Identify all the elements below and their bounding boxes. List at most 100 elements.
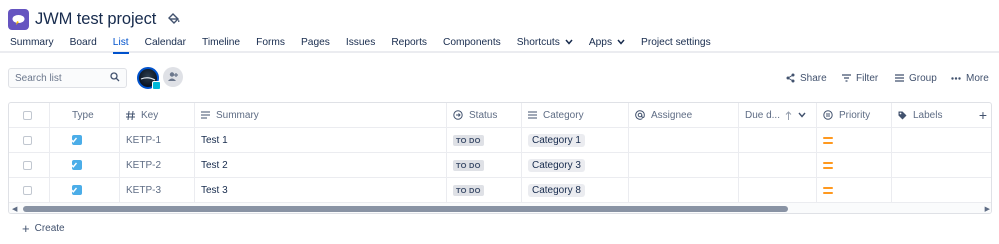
column-header-priority[interactable]: Priority: [817, 103, 892, 127]
chevron-down-icon: [565, 38, 573, 47]
sort-ascending-icon[interactable]: [785, 110, 792, 120]
project-header: JWM test project: [8, 7, 180, 31]
add-person-icon: [168, 72, 178, 81]
status-lozenge[interactable]: TO DO: [453, 184, 484, 196]
tab-project-settings[interactable]: Project settings: [641, 33, 711, 51]
column-header-summary[interactable]: Summary: [195, 103, 447, 127]
tab-board[interactable]: Board: [70, 33, 97, 51]
tab-timeline[interactable]: Timeline: [202, 33, 240, 51]
more-button[interactable]: More: [951, 71, 989, 85]
column-header-assignee[interactable]: Assignee: [629, 103, 739, 127]
priority-medium-icon: [823, 136, 833, 144]
type-cell[interactable]: [50, 128, 120, 152]
priority-cell[interactable]: [817, 128, 892, 152]
paint-bucket-icon[interactable]: [166, 12, 180, 26]
task-type-icon: [71, 160, 82, 170]
share-button[interactable]: Share: [786, 71, 827, 85]
table-row[interactable]: KETP-2 Test 2 TO DO Category 3: [9, 153, 991, 178]
tab-issues[interactable]: Issues: [346, 33, 375, 51]
search-box[interactable]: [8, 68, 127, 88]
key-cell[interactable]: KETP-1: [120, 128, 195, 152]
assignee-cell[interactable]: [629, 128, 739, 152]
priority-medium-icon: [823, 186, 833, 194]
key-cell[interactable]: KETP-2: [120, 153, 195, 177]
row-checkbox[interactable]: [23, 135, 32, 145]
project-tabs: Summary Board List Calendar Timeline Forms Pag…: [0, 33, 999, 54]
project-title: JWM test project: [35, 9, 157, 28]
scroll-right-icon[interactable]: ▶: [985, 205, 990, 213]
row-select-cell[interactable]: [9, 178, 50, 202]
search-input[interactable]: [15, 72, 100, 84]
column-header-type[interactable]: Type: [50, 103, 120, 127]
category-tag[interactable]: Category 3: [528, 158, 585, 172]
filter-button[interactable]: Filter: [842, 71, 878, 85]
assignee-cell[interactable]: [629, 153, 739, 177]
summary-cell[interactable]: Test 3: [195, 178, 447, 202]
status-cell[interactable]: TO DO: [447, 153, 522, 177]
tab-summary[interactable]: Summary: [10, 33, 54, 51]
add-people-button[interactable]: [163, 67, 183, 87]
project-avatar[interactable]: [8, 8, 29, 30]
assignee-cell[interactable]: [629, 178, 739, 202]
tab-pages[interactable]: Pages: [301, 33, 330, 51]
row-checkbox[interactable]: [23, 160, 32, 170]
row-checkbox[interactable]: [23, 185, 32, 195]
horizontal-scrollbar[interactable]: ◀ ▶: [9, 203, 991, 213]
table-row[interactable]: KETP-3 Test 3 TO DO Category 8: [9, 178, 991, 203]
scrollbar-thumb[interactable]: [23, 206, 788, 212]
chevron-down-icon[interactable]: [798, 112, 806, 118]
type-cell[interactable]: [50, 178, 120, 202]
table-row[interactable]: KETP-1 Test 1 TO DO Category 1: [9, 128, 991, 153]
scroll-left-icon[interactable]: ◀: [12, 205, 17, 213]
user-avatar[interactable]: [137, 67, 161, 90]
due-date-cell[interactable]: [739, 128, 817, 152]
summary-cell[interactable]: Test 2: [195, 153, 447, 177]
column-header-labels[interactable]: Labels +: [892, 103, 991, 127]
priority-cell[interactable]: [817, 178, 892, 202]
column-header-status[interactable]: Status: [447, 103, 522, 127]
tab-forms[interactable]: Forms: [256, 33, 285, 51]
create-issue-button[interactable]: + Create: [22, 221, 65, 236]
priority-icon: [823, 110, 833, 120]
tab-components[interactable]: Components: [443, 33, 501, 51]
tab-reports[interactable]: Reports: [391, 33, 427, 51]
due-date-cell[interactable]: [739, 153, 817, 177]
hash-icon: [126, 110, 135, 120]
row-select-cell[interactable]: [9, 153, 50, 177]
labels-cell[interactable]: [892, 128, 991, 152]
status-lozenge[interactable]: TO DO: [453, 159, 484, 171]
category-tag[interactable]: Category 8: [528, 183, 585, 197]
chevron-down-icon: [617, 38, 625, 47]
labels-cell[interactable]: [892, 178, 991, 202]
category-cell[interactable]: Category 1: [522, 128, 629, 152]
select-all-checkbox[interactable]: [23, 110, 32, 120]
group-icon: [895, 74, 904, 82]
column-header-due-date[interactable]: Due d...: [739, 103, 817, 127]
category-tag[interactable]: Category 1: [528, 133, 585, 147]
add-column-button[interactable]: +: [979, 107, 987, 123]
labels-cell[interactable]: [892, 153, 991, 177]
status-arrow-icon: [453, 110, 463, 120]
due-date-cell[interactable]: [739, 178, 817, 202]
summary-cell[interactable]: Test 1: [195, 128, 447, 152]
tag-icon: [898, 111, 907, 119]
select-all-cell[interactable]: [9, 103, 50, 127]
category-cell[interactable]: Category 3: [522, 153, 629, 177]
tab-list[interactable]: List: [112, 33, 129, 54]
task-type-icon: [71, 135, 82, 145]
group-button[interactable]: Group: [895, 71, 937, 85]
row-select-cell[interactable]: [9, 128, 50, 152]
category-cell[interactable]: Category 8: [522, 178, 629, 202]
status-cell[interactable]: TO DO: [447, 128, 522, 152]
issue-table: Type Key Summary Status Category Assigne…: [8, 102, 992, 214]
tab-calendar[interactable]: Calendar: [145, 33, 186, 51]
tab-shortcuts[interactable]: Shortcuts: [517, 33, 573, 51]
column-header-category[interactable]: Category: [522, 103, 629, 127]
priority-cell[interactable]: [817, 153, 892, 177]
column-header-key[interactable]: Key: [120, 103, 195, 127]
tab-apps[interactable]: Apps: [589, 33, 625, 51]
key-cell[interactable]: KETP-3: [120, 178, 195, 202]
type-cell[interactable]: [50, 153, 120, 177]
status-lozenge[interactable]: TO DO: [453, 134, 484, 146]
status-cell[interactable]: TO DO: [447, 178, 522, 202]
